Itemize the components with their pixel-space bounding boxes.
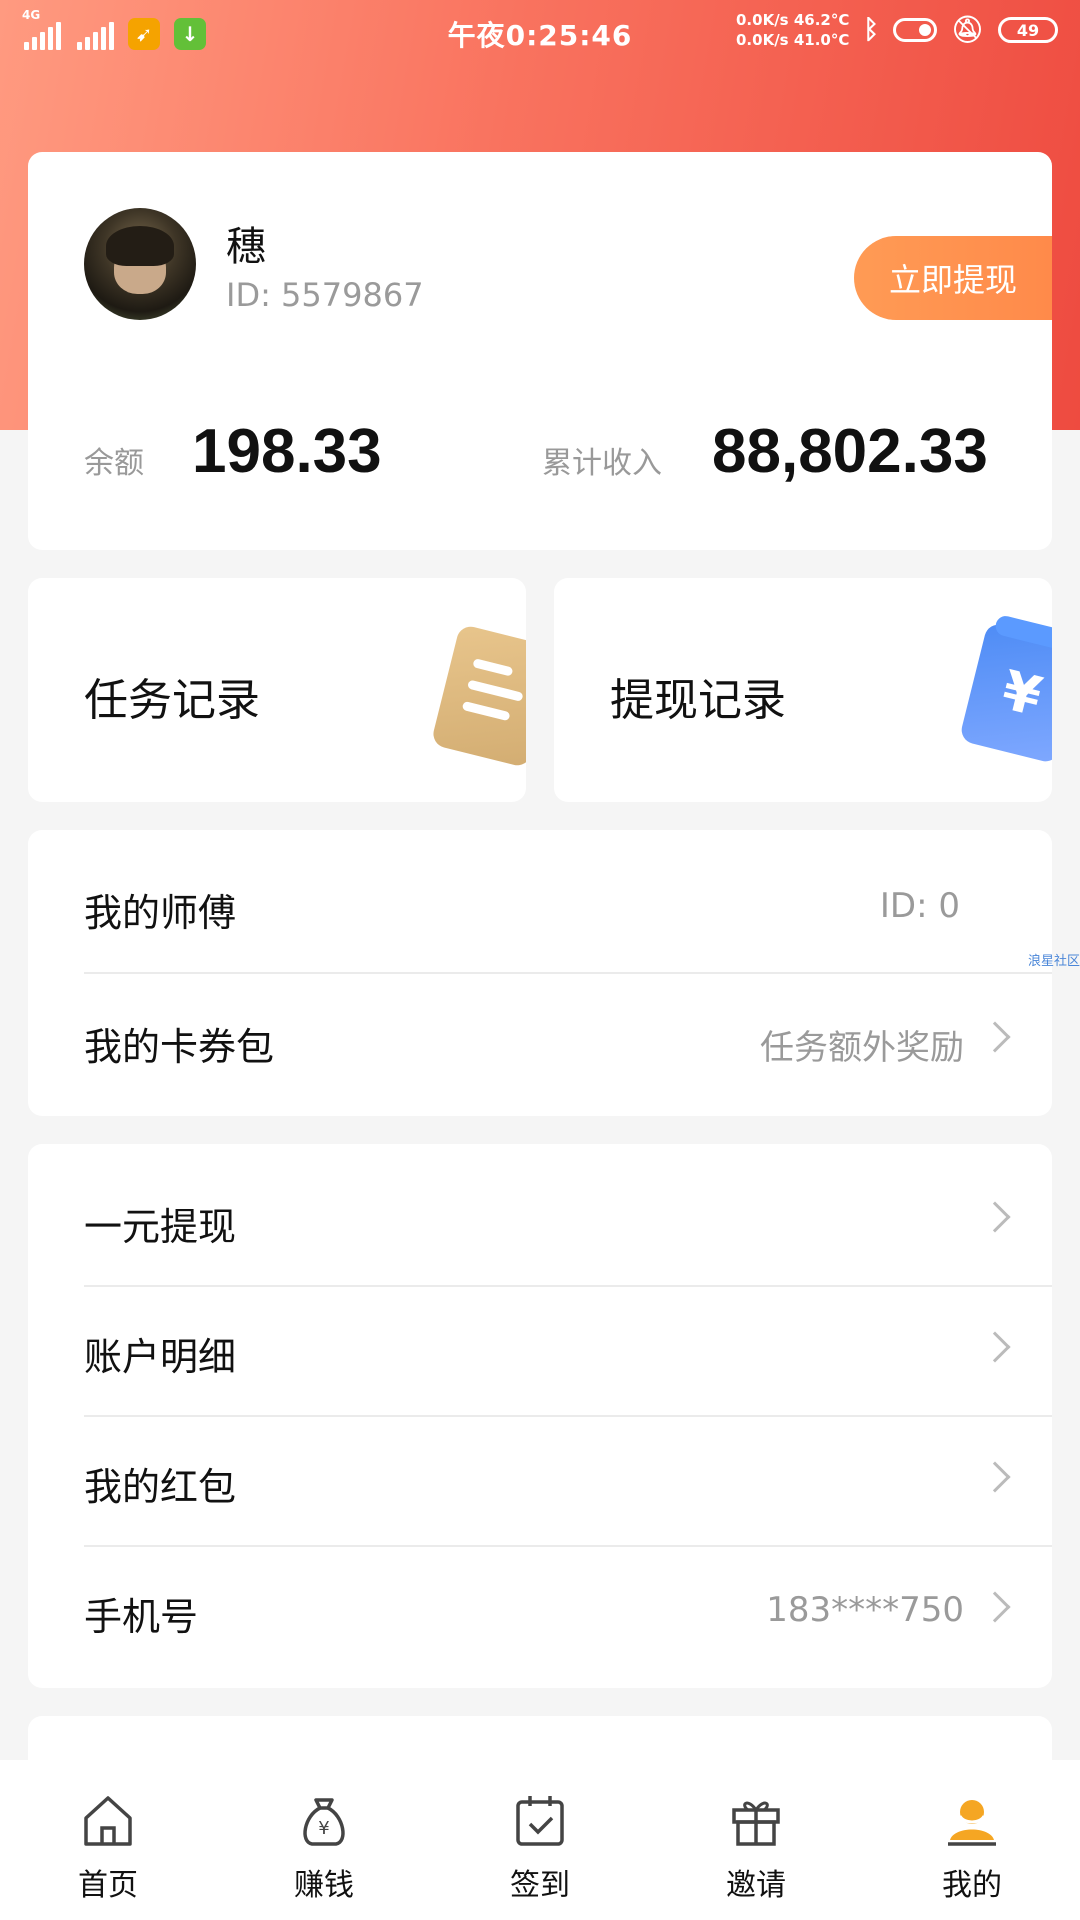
mute-icon: 🔕︎ [950, 15, 984, 45]
task-record-card[interactable]: 任务记录 [28, 578, 526, 802]
row-value: 任务额外奖励 [760, 1028, 964, 1068]
username: 穗 [226, 224, 266, 270]
net-speed: 0.0K/s 46.2°C 0.0K/s 41.0°C [736, 11, 850, 49]
row-label: 手机号 [84, 1595, 199, 1639]
document-icon [430, 623, 526, 769]
row-my-mentor[interactable]: 我的师傅 ID: 0 [28, 840, 1052, 970]
svg-text:¥: ¥ [318, 1818, 329, 1839]
row-value: ID: 0 [879, 886, 960, 926]
chevron-right-icon [979, 1331, 1011, 1363]
battery-icon: 49 [998, 17, 1058, 43]
tab-checkin[interactable]: 签到 [432, 1760, 648, 1920]
avatar[interactable] [84, 208, 196, 320]
row-label: 我的卡券包 [84, 1025, 275, 1069]
tab-invite[interactable]: 邀请 [648, 1760, 864, 1920]
chevron-right-icon [979, 1201, 1011, 1233]
bottom-tab-bar: 首页 ¥ 赚钱 签到 邀请 我的 [0, 1760, 1080, 1920]
toggle-icon [892, 18, 937, 42]
row-my-coupons[interactable]: 我的卡券包 任务额外奖励 [28, 974, 1052, 1104]
user-icon [948, 1800, 996, 1846]
user-id: ID: 5579867 [226, 276, 424, 314]
yuan-book-icon: ¥ [958, 621, 1052, 765]
chevron-right-icon [979, 1461, 1011, 1493]
tab-mine[interactable]: 我的 [864, 1760, 1080, 1920]
calendar-check-icon [516, 1796, 564, 1846]
tab-earn[interactable]: ¥ 赚钱 [216, 1760, 432, 1920]
chevron-right-icon [979, 1021, 1011, 1053]
total-income-value: 88,802.33 [712, 417, 988, 486]
row-account-details[interactable]: 账户明细 [28, 1284, 1052, 1414]
row-label: 我的师傅 [84, 891, 237, 935]
profile-card: 穗 ID: 5579867 立即提现 余额 198.33 累计收入 88,802… [28, 152, 1052, 550]
row-phone-number[interactable]: 手机号 183****750 [28, 1544, 1052, 1674]
status-bar: 4G ➹ ↓ 午夜0:25:46 0.0K/s 46.2°C 0.0K/s 41… [0, 0, 1080, 70]
gift-icon [732, 1801, 780, 1846]
list-group-account: 一元提现 账户明细 我的红包 手机号 183****750 [28, 1144, 1052, 1688]
balance-label: 余额 [84, 446, 144, 481]
row-label: 我的红包 [84, 1465, 237, 1509]
withdraw-record-card[interactable]: 提现记录 ¥ [554, 578, 1052, 802]
row-value: 183****750 [766, 1590, 964, 1630]
balance-value: 198.33 [192, 417, 382, 486]
tab-home[interactable]: 首页 [0, 1760, 216, 1920]
chevron-right-icon [979, 1591, 1011, 1623]
bluetooth-icon: ᛒ [863, 15, 879, 45]
watermark: 浪星社区 [1027, 954, 1080, 969]
home-icon [84, 1796, 132, 1846]
row-one-yuan-withdraw[interactable]: 一元提现 [28, 1154, 1052, 1284]
money-bag-icon: ¥ [303, 1798, 345, 1846]
list-group-mentor: 我的师傅 ID: 0 我的卡券包 任务额外奖励 [28, 830, 1052, 1116]
withdraw-now-button[interactable]: 立即提现 [854, 236, 1052, 320]
withdraw-record-label: 提现记录 [610, 675, 786, 726]
row-my-red-packets[interactable]: 我的红包 [28, 1414, 1052, 1544]
row-label: 一元提现 [84, 1205, 237, 1249]
row-label: 账户明细 [84, 1335, 237, 1379]
task-record-label: 任务记录 [84, 675, 260, 726]
total-income-label: 累计收入 [542, 446, 662, 481]
